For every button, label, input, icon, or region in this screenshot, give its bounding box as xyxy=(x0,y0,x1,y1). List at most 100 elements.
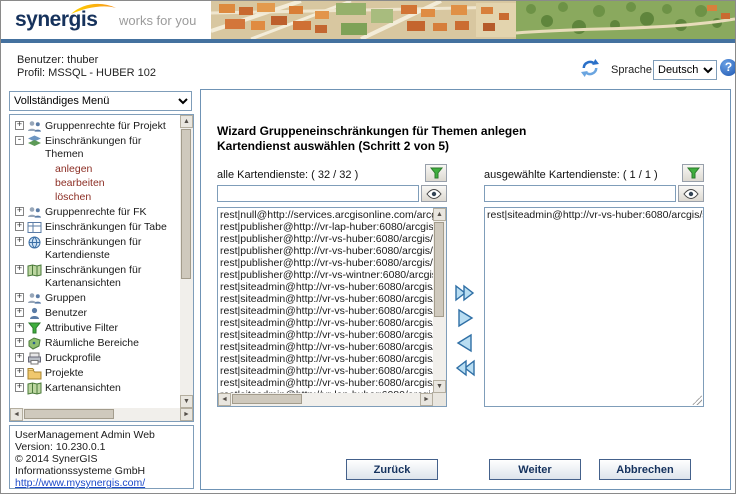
horizontal-scroll-thumb[interactable] xyxy=(24,409,114,419)
list-horizontal-scrollbar: ◄ ► xyxy=(218,393,433,406)
nav-tree: + Gruppenrechte für Projekt - Einschränk… xyxy=(9,114,194,422)
filter-icon xyxy=(27,322,42,335)
expand-toggle[interactable]: + xyxy=(15,265,24,274)
move-right-button[interactable] xyxy=(453,307,477,329)
wizard-subtitle: Kartendienst auswählen (Schritt 2 von 5) xyxy=(217,139,449,153)
expand-toggle[interactable]: + xyxy=(15,207,24,216)
tree-item-label: Räumliche Bereiche xyxy=(45,337,139,350)
scroll-down-button[interactable]: ▼ xyxy=(433,380,446,393)
horizontal-scroll-thumb[interactable] xyxy=(232,394,302,404)
available-filter-input[interactable] xyxy=(217,185,419,202)
tree-item-einschraenkungen-kartendienste[interactable]: + Einschränkungen für Kartendienste xyxy=(15,236,180,262)
expand-toggle[interactable]: + xyxy=(15,338,24,347)
selected-filter-button[interactable] xyxy=(682,164,704,182)
tree-item-label: Einschränkungen für Kartenansichten xyxy=(45,264,175,290)
available-services-list[interactable]: rest|null@http://services.arcgisonline.c… xyxy=(217,207,447,407)
app-window: synergis works for you xyxy=(0,0,736,494)
scroll-up-button[interactable]: ▲ xyxy=(433,208,446,221)
back-button[interactable]: Zurück xyxy=(346,459,438,480)
selected-services-label: ausgewählte Kartendienste: ( 1 / 1 ) xyxy=(484,169,658,181)
list-item[interactable]: rest|siteadmin@http://vr-vs-huber:6080/a… xyxy=(218,377,433,389)
list-item[interactable]: rest|siteadmin@http://vr-vs-huber:6080/a… xyxy=(218,305,433,317)
expand-toggle[interactable]: + xyxy=(15,383,24,392)
list-item[interactable]: rest|publisher@http://vr-vs-huber:6080/a… xyxy=(218,233,433,245)
list-item[interactable]: rest|publisher@http://vr-vs-huber:6080/a… xyxy=(218,257,433,269)
available-filter-button[interactable] xyxy=(425,164,447,182)
tree-item-projekte[interactable]: + Projekte xyxy=(15,367,180,380)
tree-item-raeumliche-bereiche[interactable]: + Räumliche Bereiche xyxy=(15,337,180,350)
tree-item-attributive-filter[interactable]: + Attributive Filter xyxy=(15,322,180,335)
list-item[interactable]: rest|siteadmin@http://vr-vs-huber:6080/a… xyxy=(218,329,433,341)
collapse-toggle[interactable]: - xyxy=(15,136,24,145)
list-item[interactable]: rest|null@http://services.arcgisonline.c… xyxy=(218,209,433,221)
list-item[interactable]: rest|siteadmin@http://vr-vs-huber:6080/a… xyxy=(218,317,433,329)
version-label: Version: 10.230.0.1 xyxy=(15,441,188,453)
list-item[interactable]: rest|publisher@http://vr-vs-wintner:6080… xyxy=(218,269,433,281)
brand-swoosh-icon xyxy=(71,1,117,16)
tree-item-einschraenkungen-tabellen[interactable]: + Einschränkungen für Tabe xyxy=(15,221,180,234)
user-icon xyxy=(27,307,42,320)
tree-item-loeschen[interactable]: löschen xyxy=(55,191,180,204)
scroll-down-button[interactable]: ▼ xyxy=(180,395,193,408)
next-button[interactable]: Weiter xyxy=(489,459,581,480)
list-item[interactable]: rest|siteadmin@http://vr-vs-huber:6080/a… xyxy=(218,281,433,293)
tree-item-label: Kartenansichten xyxy=(45,382,121,395)
scroll-left-button[interactable]: ◄ xyxy=(218,393,231,406)
list-item[interactable]: rest|siteadmin@http://vr-vs-huber:6080/a… xyxy=(218,293,433,305)
list-item[interactable]: rest|siteadmin@http://vr-vs-huber:6080/a… xyxy=(218,341,433,353)
tree-item-label: Gruppenrechte für FK xyxy=(45,206,147,219)
expand-toggle[interactable]: + xyxy=(15,308,24,317)
tree-item-gruppenrechte-projekt[interactable]: + Gruppenrechte für Projekt xyxy=(15,120,180,133)
selected-services-list[interactable]: rest|siteadmin@http://vr-vs-huber:6080/a… xyxy=(484,207,704,407)
resize-grip[interactable] xyxy=(692,395,702,405)
brand-tagline: works for you xyxy=(119,13,196,28)
selected-filter-input[interactable] xyxy=(484,185,676,202)
tree-item-label: Benutzer xyxy=(45,307,87,320)
list-item[interactable]: rest|siteadmin@http://vr-vs-huber:6080/a… xyxy=(485,209,703,221)
nav-tree-items: + Gruppenrechte für Projekt - Einschränk… xyxy=(10,115,180,408)
scroll-up-button[interactable]: ▲ xyxy=(180,115,193,128)
available-apply-filter-button[interactable] xyxy=(421,185,447,202)
expand-toggle[interactable]: + xyxy=(15,222,24,231)
tree-item-gruppenrechte-fk[interactable]: + Gruppenrechte für FK xyxy=(15,206,180,219)
vertical-scroll-thumb[interactable] xyxy=(434,222,444,317)
tree-item-benutzer[interactable]: + Benutzer xyxy=(15,307,180,320)
refresh-button[interactable] xyxy=(579,58,601,80)
list-vertical-scrollbar: ▲ ▼ xyxy=(433,208,446,393)
expand-toggle[interactable]: + xyxy=(15,368,24,377)
tree-item-einschraenkungen-themen[interactable]: - Einschränkungen für Themen xyxy=(15,135,180,161)
scrollbar-corner xyxy=(433,393,446,406)
move-all-right-button[interactable] xyxy=(453,282,477,304)
tree-item-label: Attributive Filter xyxy=(45,322,118,335)
expand-toggle[interactable]: + xyxy=(15,353,24,362)
scroll-right-button[interactable]: ► xyxy=(180,408,193,421)
tree-item-anlegen[interactable]: anlegen xyxy=(55,163,180,176)
language-select[interactable]: Deutsch xyxy=(653,60,717,80)
vertical-scroll-thumb[interactable] xyxy=(181,129,191,279)
tree-item-kartenansichten[interactable]: + Kartenansichten xyxy=(15,382,180,395)
tree-item-gruppen[interactable]: + Gruppen xyxy=(15,292,180,305)
scroll-right-button[interactable]: ► xyxy=(420,393,433,406)
expand-toggle[interactable]: + xyxy=(15,293,24,302)
menu-select[interactable]: Vollständiges Menü xyxy=(9,91,192,111)
move-left-button[interactable] xyxy=(453,332,477,354)
selected-apply-filter-button[interactable] xyxy=(678,185,704,202)
map-service-icon xyxy=(27,236,42,249)
tree-item-bearbeiten[interactable]: bearbeiten xyxy=(55,177,180,190)
tree-item-druckprofile[interactable]: + Druckprofile xyxy=(15,352,180,365)
expand-toggle[interactable]: + xyxy=(15,121,24,130)
website-link[interactable]: http://www.mysynergis.com/ xyxy=(15,477,145,489)
move-all-left-button[interactable] xyxy=(453,357,477,379)
list-item[interactable]: rest|siteadmin@http://vr-vs-huber:6080/a… xyxy=(218,353,433,365)
list-item[interactable]: rest|publisher@http://vr-lap-huber:6080/… xyxy=(218,221,433,233)
expand-toggle[interactable]: + xyxy=(15,323,24,332)
brand-banner: synergis works for you xyxy=(1,1,735,39)
cancel-button[interactable]: Abbrechen xyxy=(599,459,691,480)
list-item[interactable]: rest|publisher@http://vr-vs-huber:6080/a… xyxy=(218,245,433,257)
header-divider xyxy=(1,39,735,43)
expand-toggle[interactable]: + xyxy=(15,237,24,246)
help-button[interactable]: ? xyxy=(720,59,736,76)
scroll-left-button[interactable]: ◄ xyxy=(10,408,23,421)
list-item[interactable]: rest|siteadmin@http://vr-vs-huber:6080/a… xyxy=(218,365,433,377)
tree-item-einschraenkungen-kartenansichten[interactable]: + Einschränkungen für Kartenansichten xyxy=(15,264,180,290)
